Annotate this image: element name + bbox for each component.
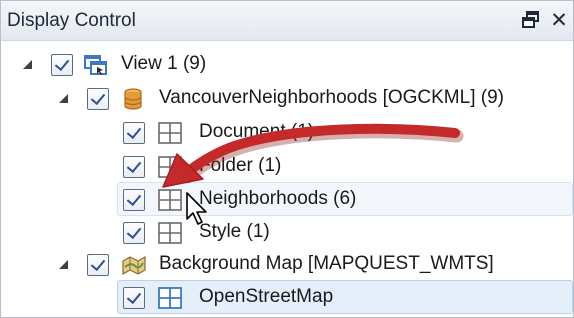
expanded-triangle-icon[interactable] [59, 260, 68, 269]
checkbox-document[interactable] [123, 122, 145, 144]
tree-item-label: VancouverNeighborhoods [OGCKML] (9) [159, 87, 504, 108]
tree-item-label: Background Map [MAPQUEST_WMTS] [159, 253, 494, 274]
tree-row-vancouver-neighborhoods[interactable]: VancouverNeighborhoods [OGCKML] (9) [1, 82, 573, 116]
map-icon [121, 253, 147, 277]
checkbox-vancouver-neighborhoods[interactable] [87, 88, 109, 110]
tree-item-label: View 1 (9) [121, 53, 207, 74]
layer-tree: View 1 (9) VancouverNeighborhoods [OGCKM… [1, 42, 573, 317]
view-icon [83, 53, 109, 77]
database-icon [121, 87, 147, 111]
table-grid-icon [157, 155, 183, 179]
checkbox-neighborhoods[interactable] [123, 189, 145, 211]
checkbox-background-map[interactable] [87, 254, 109, 276]
tree-row-folder[interactable]: Folder (1) [1, 150, 573, 184]
display-control-panel: Display Control ✕ View 1 (9) VancouverNe… [0, 0, 574, 318]
panel-titlebar: Display Control ✕ [1, 1, 573, 41]
tree-item-label: Folder (1) [199, 155, 282, 176]
tree-item-label: OpenStreetMap [199, 286, 334, 307]
tree-row-background-map[interactable]: Background Map [MAPQUEST_WMTS] [1, 248, 573, 282]
tree-item-label: Neighborhoods (6) [199, 188, 357, 209]
checkbox-folder[interactable] [123, 156, 145, 178]
tree-row-view1[interactable]: View 1 (9) [1, 48, 573, 82]
tree-row-style[interactable]: Style (1) [1, 216, 573, 250]
mouse-pointer-icon [186, 192, 207, 225]
expanded-triangle-icon[interactable] [59, 94, 68, 103]
tree-row-openstreetmap[interactable]: OpenStreetMap [117, 280, 573, 314]
restore-window-icon[interactable] [520, 9, 542, 31]
panel-title: Display Control [7, 10, 136, 31]
table-grid-blue-icon [157, 286, 183, 310]
checkbox-style[interactable] [123, 222, 145, 244]
table-grid-icon [157, 188, 183, 212]
tree-row-document[interactable]: Document (1) [1, 116, 573, 150]
tree-item-label: Document (1) [199, 121, 315, 142]
checkbox-openstreetmap[interactable] [123, 287, 145, 309]
table-grid-icon [157, 121, 183, 145]
checkbox-view1[interactable] [51, 54, 73, 76]
close-icon[interactable]: ✕ [548, 8, 570, 32]
table-grid-icon [157, 221, 183, 245]
expanded-triangle-icon[interactable] [23, 60, 32, 69]
